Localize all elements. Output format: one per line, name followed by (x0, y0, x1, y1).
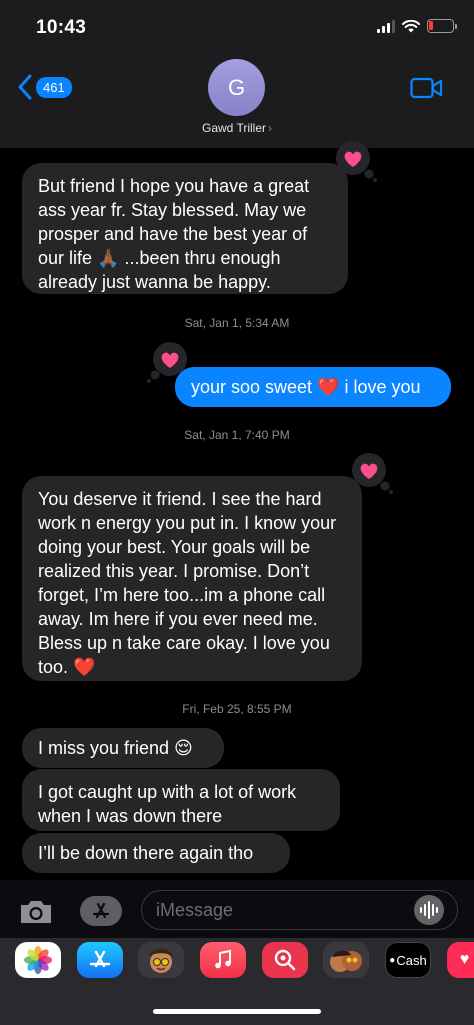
app-store-button[interactable] (80, 896, 122, 926)
status-icons (377, 19, 457, 33)
heart-app-icon[interactable]: ♥ (447, 942, 474, 978)
message-timestamp: Sat, Jan 1, 5:34 AM (184, 316, 290, 330)
message-timestamp: Fri, Feb 25, 8:55 PM (182, 702, 292, 716)
home-indicator[interactable] (153, 1009, 321, 1014)
apple-logo-icon: ● (389, 954, 396, 966)
contact-name-label: Gawd Triller (201, 121, 266, 135)
back-button[interactable]: 461 (18, 74, 72, 100)
video-call-icon[interactable] (410, 77, 443, 99)
chevron-left-icon (18, 74, 32, 100)
audio-message-button[interactable] (414, 895, 444, 925)
status-time: 10:43 (36, 17, 87, 38)
message-bubble-incoming[interactable]: I miss you friend 😌 (22, 728, 224, 768)
apple-cash-app-icon[interactable]: ● Cash (385, 942, 431, 978)
search-images-app-icon[interactable] (262, 942, 308, 978)
imessage-input[interactable] (141, 890, 458, 930)
apple-cash-label: Cash (396, 952, 427, 968)
wifi-icon (402, 19, 420, 32)
message-bubble-incoming[interactable]: You deserve it friend. I see the hard wo… (22, 476, 362, 681)
music-app-icon[interactable] (200, 942, 246, 978)
app-store-icon (92, 902, 110, 919)
heart-tapback-icon[interactable] (331, 140, 379, 184)
memoji-stickers-app-icon[interactable] (323, 942, 369, 978)
message-bubble-incoming[interactable]: But friend I hope you have a great ass y… (22, 163, 348, 294)
heart-tapback-icon[interactable] (347, 452, 395, 496)
chevron-right-icon: › (268, 121, 272, 135)
camera-icon[interactable] (18, 898, 54, 926)
contact-avatar[interactable]: G (208, 59, 265, 116)
message-bubble-incoming[interactable]: I got caught up with a lot of work when … (22, 769, 340, 831)
contact-name[interactable]: Gawd Triller › (0, 121, 474, 135)
battery-icon (427, 19, 457, 33)
photos-app-icon[interactable] (15, 942, 61, 978)
message-bubble-incoming[interactable]: I’ll be down there again tho (22, 833, 290, 873)
message-bubble-outgoing[interactable]: your soo sweet ❤️ i love you (175, 367, 451, 407)
cellular-signal-icon (377, 19, 395, 33)
app-store-app-icon[interactable] (77, 942, 123, 978)
message-timestamp: Sat, Jan 1, 7:40 PM (184, 428, 290, 442)
memoji-app-icon[interactable] (138, 942, 184, 978)
waveform-icon (420, 901, 438, 919)
unread-count-badge: 461 (36, 76, 72, 98)
